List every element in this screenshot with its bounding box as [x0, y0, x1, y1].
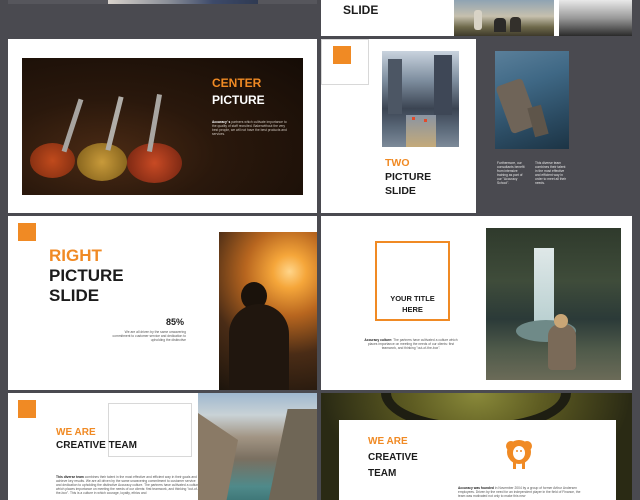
two-title-line2: PICTURE: [385, 171, 432, 183]
slide-creative-team-right[interactable]: WE ARE CREATIVE TEAM Accuracy was founde…: [321, 393, 632, 500]
creative-right-title-line1: WE ARE: [368, 436, 408, 447]
creative-right-title-line2: CREATIVE: [368, 452, 418, 463]
right-percent: 85%: [166, 317, 185, 327]
slide-top-left[interactable]: [8, 0, 317, 4]
top-right-photo-people: [454, 0, 554, 36]
two-col1: Furthermore, our consultants benefit fro…: [497, 161, 525, 185]
center-title-line2: PICTURE: [212, 93, 265, 107]
right-body: We are all driven by the same unwavering…: [112, 330, 186, 342]
two-title-line3: SLIDE: [385, 185, 416, 197]
slide-top-right[interactable]: SLIDE: [321, 0, 632, 36]
slide-your-title[interactable]: YOUR TITLE HERE Accuracy culture: The pa…: [321, 216, 632, 390]
center-body: Accuracy' s partners which cultivate imp…: [212, 120, 287, 136]
your-title-body: Accuracy culture: The partners have cult…: [361, 338, 461, 350]
city-street-photo: [382, 51, 459, 147]
top-right-title: SLIDE: [343, 3, 379, 17]
slide-right-picture[interactable]: RIGHT PICTURE SLIDE 85% We are all drive…: [8, 216, 317, 390]
right-orange-square: [18, 223, 36, 241]
canyon-river-photo: [198, 393, 317, 500]
coastal-cliff-photo: [495, 51, 569, 149]
top-right-photo-bw: [559, 0, 632, 36]
creative-right-body: Accuracy was founded in November 2004 by…: [458, 486, 588, 498]
creative-left-title-line1: WE ARE: [56, 427, 96, 438]
sunset-girl-photo: [219, 232, 317, 390]
two-col2: This diverse team combines their talent …: [535, 161, 567, 185]
right-title-line3: SLIDE: [49, 286, 100, 305]
center-title-line1: CENTER: [212, 76, 262, 90]
waterfall-photo: [486, 228, 621, 380]
slide-center-picture[interactable]: CENTER PICTURE Accuracy' s partners whic…: [8, 39, 317, 213]
your-title-line2: HERE: [402, 305, 423, 314]
slide-creative-team-left[interactable]: WE ARE CREATIVE TEAM This diverse team c…: [8, 393, 317, 500]
your-title-line1: YOUR TITLE: [390, 294, 435, 303]
top-left-photo-strip: [108, 0, 258, 4]
creative-right-title-line3: TEAM: [368, 468, 397, 479]
sheep-icon: [502, 437, 536, 471]
creative-left-body: This diverse team combines their talent …: [56, 475, 201, 495]
slide-two-picture[interactable]: TWO PICTURE SLIDE Furthermore, our consu…: [321, 39, 632, 213]
two-title-line1: TWO: [385, 157, 410, 169]
right-title-line1: RIGHT: [49, 246, 102, 265]
right-title-line2: PICTURE: [49, 266, 124, 285]
creative-left-orange-square: [18, 400, 36, 418]
creative-left-title-line2: CREATIVE TEAM: [56, 440, 137, 451]
two-orange-square: [333, 46, 351, 64]
